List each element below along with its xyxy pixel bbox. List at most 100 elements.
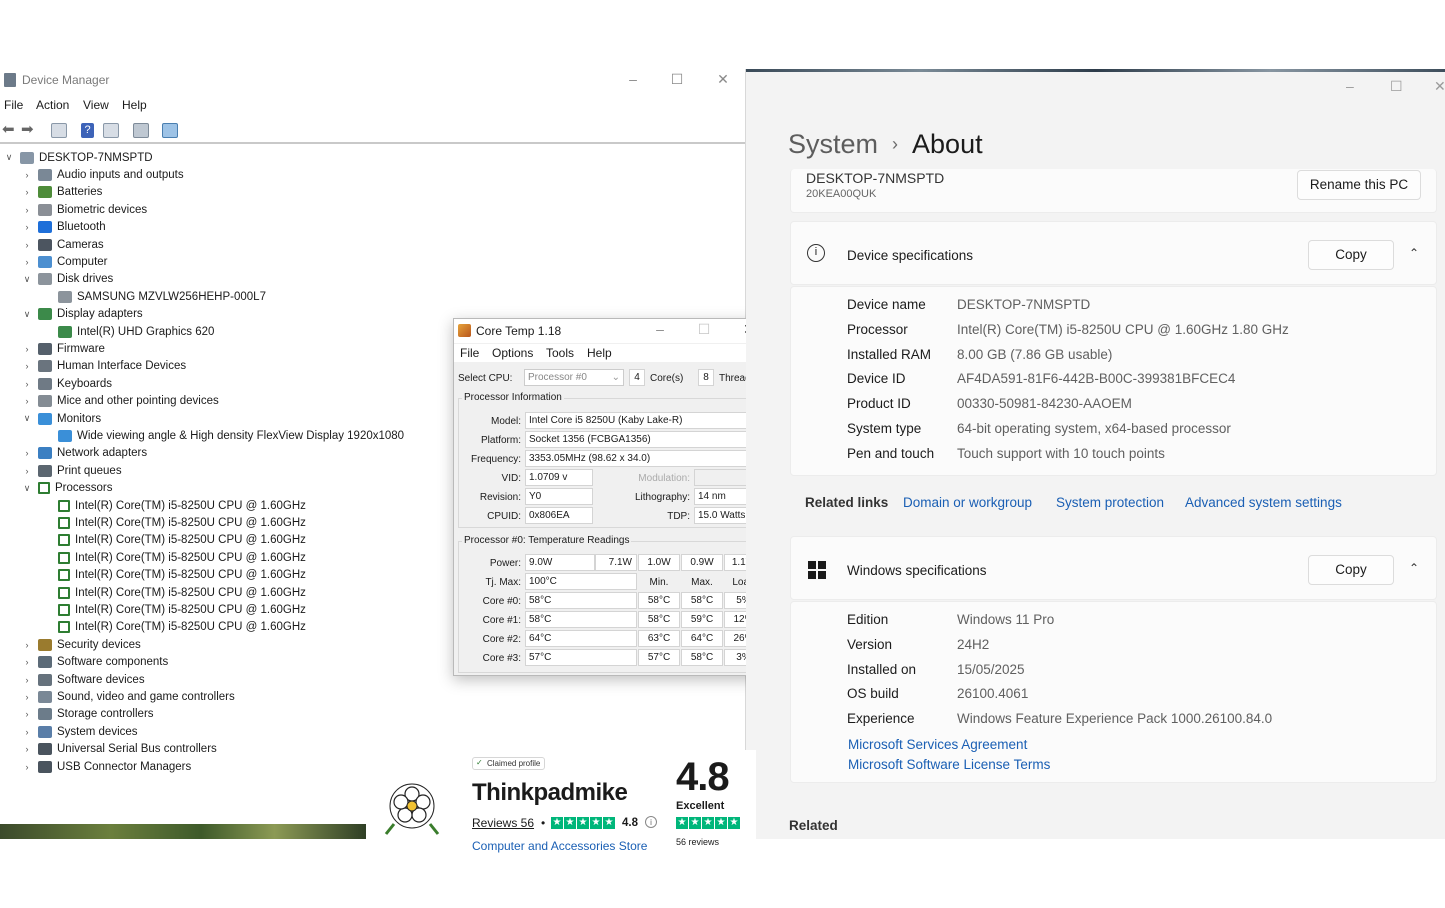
spec-value[interactable]: DESKTOP-7NMSPTD: [957, 297, 1090, 312]
info-icon[interactable]: i: [645, 816, 657, 828]
spec-value[interactable]: 8.00 GB (7.86 GB usable): [957, 347, 1112, 362]
menu-file[interactable]: File: [460, 346, 479, 360]
chevron-right-icon[interactable]: ›: [22, 640, 32, 650]
scan-hardware-icon[interactable]: [162, 123, 178, 138]
device-item[interactable]: Intel(R) Core(TM) i5-8250U CPU @ 1.60GHz: [42, 549, 306, 566]
chevron-right-icon[interactable]: ›: [22, 222, 32, 232]
chevron-right-icon[interactable]: ›: [22, 466, 32, 476]
maximize-icon[interactable]: ☐: [1390, 78, 1403, 95]
show-hidden-icon[interactable]: [103, 123, 119, 138]
chevron-right-icon[interactable]: ›: [22, 344, 32, 354]
device-item[interactable]: Intel(R) Core(TM) i5-8250U CPU @ 1.60GHz: [42, 532, 306, 549]
spec-value[interactable]: 15/05/2025: [957, 662, 1025, 677]
category-item[interactable]: › USB Connector Managers: [22, 758, 191, 775]
copy-device-specs-button[interactable]: Copy: [1308, 240, 1394, 270]
menu-file[interactable]: File: [4, 98, 23, 112]
category-item[interactable]: › Network adapters: [22, 445, 147, 462]
category-item[interactable]: › Mice and other pointing devices: [22, 393, 219, 410]
category-item[interactable]: › Bluetooth: [22, 219, 106, 236]
minimize-icon[interactable]: –: [650, 321, 670, 337]
device-item[interactable]: Intel(R) Core(TM) i5-8250U CPU @ 1.60GHz: [42, 497, 306, 514]
device-item[interactable]: Intel(R) UHD Graphics 620: [42, 323, 214, 340]
category-item[interactable]: › Software devices: [22, 671, 145, 688]
spec-value[interactable]: 26100.4061: [957, 686, 1028, 701]
link-ms-license-terms[interactable]: Microsoft Software License Terms: [848, 757, 1050, 772]
chevron-right-icon[interactable]: ›: [22, 727, 32, 737]
chevron-right-icon[interactable]: ›: [22, 187, 32, 197]
category-item[interactable]: › Firmware: [22, 340, 105, 357]
tree-root[interactable]: ∨ DESKTOP-7NMSPTD: [4, 149, 153, 166]
category-item[interactable]: › Computer: [22, 253, 108, 270]
category-item[interactable]: › Storage controllers: [22, 706, 154, 723]
chevron-right-icon[interactable]: ›: [22, 675, 32, 685]
spec-value[interactable]: AF4DA591-81F6-442B-B00C-399381BFCEC4: [957, 371, 1235, 386]
chevron-right-icon[interactable]: ›: [22, 762, 32, 772]
chevron-right-icon[interactable]: ›: [22, 379, 32, 389]
spec-value[interactable]: 64-bit operating system, x64-based proce…: [957, 421, 1231, 436]
chevron-right-icon[interactable]: ›: [22, 744, 32, 754]
device-item[interactable]: Intel(R) Core(TM) i5-8250U CPU @ 1.60GHz: [42, 514, 306, 531]
forward-arrow-icon[interactable]: ➡: [21, 122, 37, 138]
category-item[interactable]: › Sound, video and game controllers: [22, 688, 235, 705]
category-item[interactable]: › Universal Serial Bus controllers: [22, 741, 217, 758]
device-item[interactable]: Intel(R) Core(TM) i5-8250U CPU @ 1.60GHz: [42, 619, 306, 636]
close-icon[interactable]: ✕: [713, 71, 733, 88]
chevron-right-icon[interactable]: ›: [22, 692, 32, 702]
help-icon[interactable]: ?: [81, 123, 94, 138]
category-item[interactable]: ∨ Display adapters: [22, 306, 143, 323]
category-item[interactable]: › Audio inputs and outputs: [22, 166, 184, 183]
category-item[interactable]: › Print queues: [22, 462, 122, 479]
chevron-right-icon[interactable]: ›: [22, 709, 32, 719]
menu-help[interactable]: Help: [122, 98, 147, 112]
minimize-icon[interactable]: –: [623, 71, 643, 87]
breadcrumb-system[interactable]: System: [788, 129, 878, 159]
spec-value[interactable]: Windows 11 Pro: [957, 612, 1054, 627]
device-item[interactable]: Intel(R) Core(TM) i5-8250U CPU @ 1.60GHz: [42, 567, 306, 584]
category-item[interactable]: › Security devices: [22, 636, 141, 653]
chevron-up-icon[interactable]: ⌃: [1409, 246, 1419, 260]
rename-pc-button[interactable]: Rename this PC: [1297, 170, 1421, 200]
chevron-up-icon[interactable]: ⌃: [1409, 561, 1419, 575]
copy-windows-specs-button[interactable]: Copy: [1308, 555, 1394, 585]
chevron-down-icon[interactable]: ∨: [22, 274, 32, 285]
category-item[interactable]: › System devices: [22, 723, 138, 740]
chevron-down-icon[interactable]: ∨: [22, 483, 32, 494]
menu-options[interactable]: Options: [492, 346, 533, 360]
menu-view[interactable]: View: [83, 98, 109, 112]
chevron-down-icon[interactable]: ∨: [22, 413, 32, 424]
spec-value[interactable]: Intel(R) Core(TM) i5-8250U CPU @ 1.60GHz…: [957, 322, 1289, 337]
chevron-right-icon[interactable]: ›: [22, 205, 32, 215]
spec-value[interactable]: Windows Feature Experience Pack 1000.261…: [957, 711, 1272, 726]
category-item[interactable]: ∨ Processors: [22, 480, 113, 497]
chevron-down-icon[interactable]: ∨: [22, 309, 32, 320]
device-item[interactable]: Intel(R) Core(TM) i5-8250U CPU @ 1.60GHz: [42, 584, 306, 601]
menu-help[interactable]: Help: [587, 346, 612, 360]
category-item[interactable]: › Keyboards: [22, 375, 112, 392]
reviews-link[interactable]: Reviews 56: [472, 816, 534, 830]
chevron-down-icon[interactable]: ∨: [4, 152, 14, 163]
chevron-right-icon[interactable]: ›: [22, 170, 32, 180]
chevron-right-icon[interactable]: ›: [22, 657, 32, 667]
select-cpu-dropdown[interactable]: Processor #0 ⌄: [524, 369, 624, 386]
device-item[interactable]: Wide viewing angle & High density FlexVi…: [42, 427, 404, 444]
category-item[interactable]: ∨ Disk drives: [22, 271, 113, 288]
windows-specs-header[interactable]: Windows specifications Copy ⌃: [790, 536, 1437, 600]
device-specs-header[interactable]: i Device specifications Copy ⌃: [790, 221, 1437, 285]
back-arrow-icon[interactable]: ⬅: [2, 122, 18, 138]
category-item[interactable]: ∨ Monitors: [22, 410, 101, 427]
properties-icon[interactable]: [51, 123, 67, 138]
chevron-right-icon[interactable]: ›: [22, 257, 32, 267]
chevron-right-icon[interactable]: ›: [22, 361, 32, 371]
spec-value[interactable]: 00330-50981-84230-AAOEM: [957, 396, 1132, 411]
category-item[interactable]: › Batteries: [22, 184, 102, 201]
spec-value[interactable]: 24H2: [957, 637, 989, 652]
maximize-icon[interactable]: ☐: [667, 71, 687, 88]
link-advanced-system-settings[interactable]: Advanced system settings: [1185, 495, 1342, 510]
chevron-right-icon[interactable]: ›: [22, 240, 32, 250]
menu-action[interactable]: Action: [36, 98, 69, 112]
chevron-right-icon[interactable]: ›: [22, 396, 32, 406]
category-item[interactable]: › Biometric devices: [22, 201, 147, 218]
device-item[interactable]: SAMSUNG MZVLW256HEHP-000L7: [42, 288, 266, 305]
spec-value[interactable]: Touch support with 10 touch points: [957, 446, 1165, 461]
category-item[interactable]: › Human Interface Devices: [22, 358, 186, 375]
